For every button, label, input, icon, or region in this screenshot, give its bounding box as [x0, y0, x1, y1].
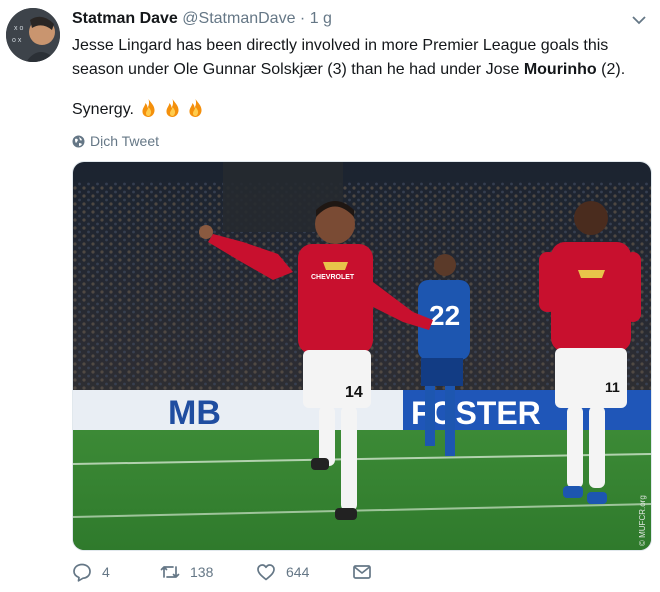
tweet-timestamp[interactable]: 1 g	[310, 10, 332, 27]
svg-text:o x: o x	[12, 37, 22, 44]
heart-icon	[257, 564, 275, 581]
fire-emoji-icon	[142, 99, 155, 117]
reply-icon	[73, 563, 91, 582]
chevron-down-icon[interactable]	[631, 14, 647, 26]
retweet-button[interactable]: 138	[160, 562, 256, 582]
reply-count: 4	[102, 564, 110, 580]
football-celebration-photo: MB FOSTER 22 CHEVROLET 14 11 © MUFCR.org	[73, 162, 651, 550]
translate-tweet-link[interactable]: Dịch Tweet	[72, 133, 159, 149]
tweet-text-line2: Synergy.	[72, 98, 204, 122]
author-name[interactable]: Statman Dave	[72, 10, 178, 27]
envelope-icon	[353, 565, 371, 579]
like-button[interactable]: 644	[256, 562, 352, 582]
tweet-photo[interactable]: MB FOSTER 22 CHEVROLET 14 11 © MUFCR.org	[72, 161, 652, 551]
separator-dot: ·	[299, 10, 306, 27]
opponent-number: 22	[429, 300, 460, 331]
fire-emoji-icon	[189, 99, 202, 117]
svg-text:x o: x o	[14, 25, 23, 32]
globe-icon	[72, 135, 85, 147]
right-player-number: 11	[605, 379, 620, 395]
jersey-sponsor: CHEVROLET	[311, 274, 355, 281]
tweet-text-bold: Mourinho	[523, 61, 597, 78]
retweet-icon	[160, 566, 180, 578]
author-avatar[interactable]: x o o x	[6, 8, 60, 62]
photo-watermark: © MUFCR.org	[638, 495, 647, 546]
synergy-text: Synergy.	[72, 101, 134, 118]
board-left-text: MB	[168, 394, 221, 432]
fire-emoji-icon	[166, 99, 179, 117]
like-count: 644	[286, 564, 310, 580]
reply-button[interactable]: 4	[72, 562, 160, 582]
tweet-text-part2: (2).	[596, 61, 626, 78]
author-handle[interactable]: @StatmanDave	[182, 10, 295, 27]
translate-label: Dịch Tweet	[90, 133, 159, 149]
retweet-count: 138	[190, 564, 214, 580]
direct-message-button[interactable]	[352, 562, 372, 582]
main-player-number: 14	[345, 384, 363, 401]
tweet-actions: 4 138 644	[72, 562, 372, 582]
tweet-header: Statman Dave @StatmanDave · 1 g	[72, 10, 332, 28]
tweet-text: Jesse Lingard has been directly involved…	[72, 34, 632, 82]
